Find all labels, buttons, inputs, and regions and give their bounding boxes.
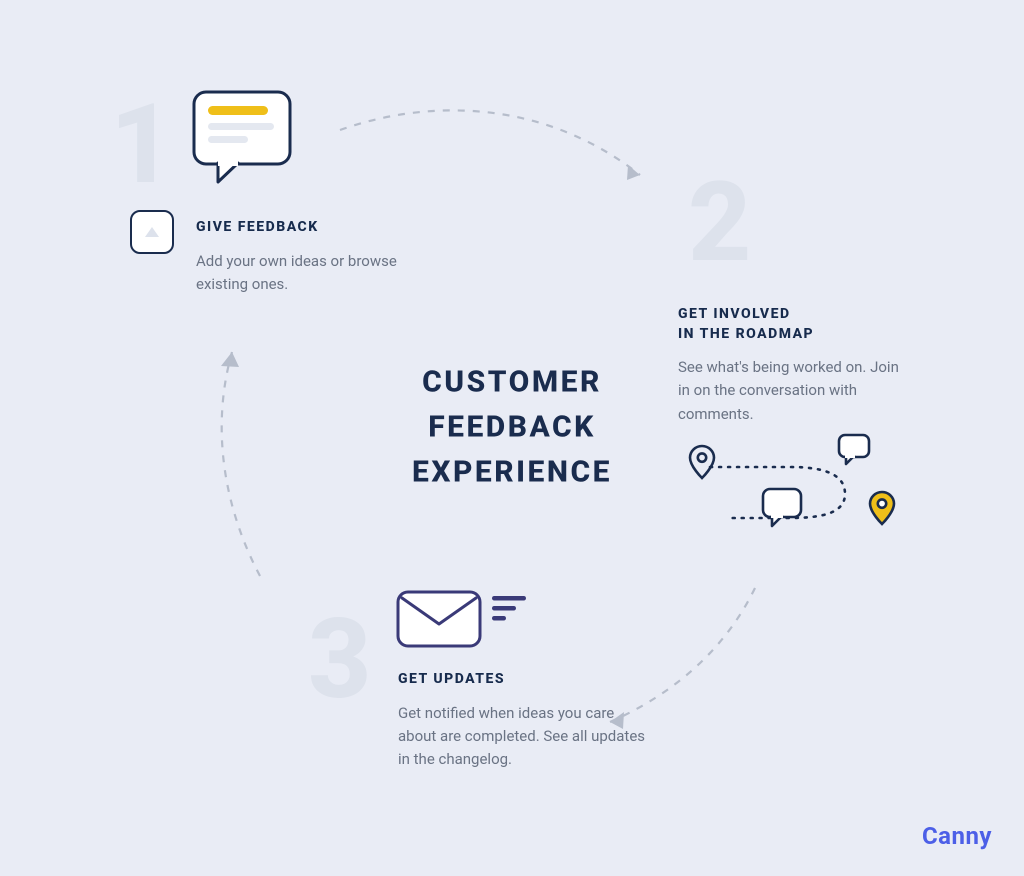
center-title: CUSTOMER FEEDBACK EXPERIENCE — [342, 360, 682, 495]
feedback-speech-icon — [192, 90, 302, 192]
roadmap-illustration — [670, 432, 920, 552]
step-3-title: GET UPDATES — [398, 670, 658, 690]
upvote-icon — [130, 210, 174, 254]
diagram-stage: CUSTOMER FEEDBACK EXPERIENCE 1 GIVE FEED… — [0, 0, 1024, 876]
step-2-body: See what's being worked on. Join in on t… — [678, 356, 913, 426]
mail-illustration — [396, 586, 546, 656]
center-title-line3: EXPERIENCE — [342, 450, 682, 495]
step-2-number: 2 — [688, 168, 747, 278]
center-title-line2: FEEDBACK — [342, 405, 682, 450]
step-2: GET INVOLVED IN THE ROADMAP See what's b… — [678, 305, 928, 426]
step-3: GET UPDATES Get notified when ideas you … — [398, 670, 658, 771]
step-3-body: Get notified when ideas you care about a… — [398, 702, 648, 772]
step-2-title-line2: IN THE ROADMAP — [678, 325, 928, 345]
step-3-number: 3 — [308, 605, 367, 715]
center-title-line1: CUSTOMER — [342, 360, 682, 405]
step-1-number: 1 — [110, 90, 169, 200]
brand-logo: Canny — [922, 822, 992, 850]
step-1-title: GIVE FEEDBACK — [196, 218, 456, 238]
step-1-body: Add your own ideas or browse existing on… — [196, 250, 426, 297]
step-2-title-line1: GET INVOLVED — [678, 305, 928, 325]
step-1: GIVE FEEDBACK Add your own ideas or brow… — [196, 218, 456, 296]
